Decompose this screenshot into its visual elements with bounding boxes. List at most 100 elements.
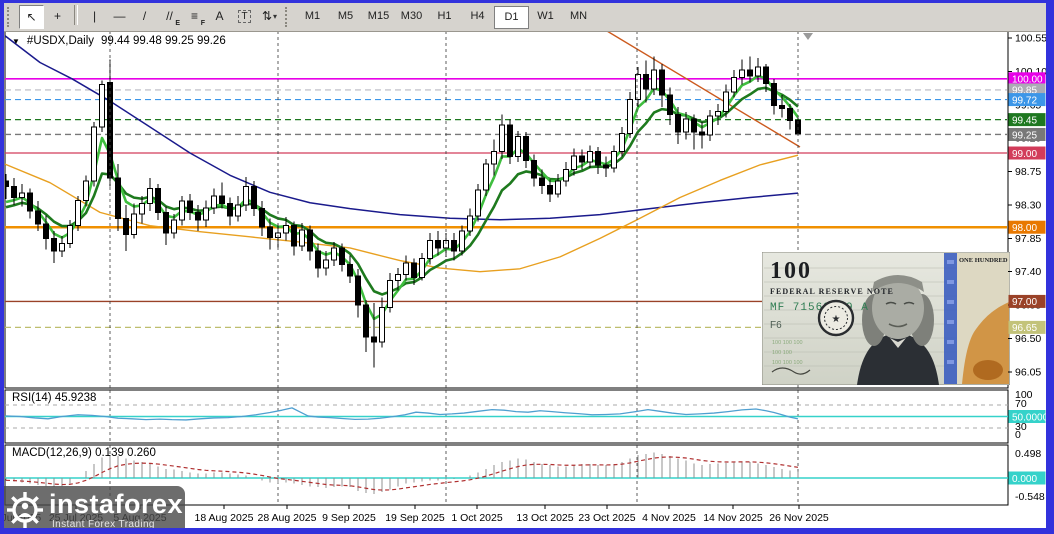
candle-body: [555, 180, 561, 195]
candle-body: [491, 151, 497, 165]
timeframe-button-m1[interactable]: M1: [296, 6, 329, 27]
dollar-bill-image: 100 FEDERAL RESERVE NOTE MF 71569899 A F…: [762, 252, 1010, 385]
candle-body: [259, 208, 265, 228]
crosshair-tool-button[interactable]: +: [46, 5, 69, 27]
candle-body: [83, 180, 89, 201]
candle-body: [355, 275, 361, 306]
arrows-dropdown-icon[interactable]: ▾: [273, 12, 277, 21]
candle-body: [331, 247, 337, 261]
candle-body: [643, 73, 649, 90]
toolbar-grip-2[interactable]: [285, 7, 292, 27]
bill-denomination: 100: [770, 258, 812, 284]
candle-body: [203, 207, 209, 221]
vertical-line-icon: |: [92, 9, 97, 23]
candle-body: [299, 229, 305, 247]
horizontal-line-icon: —: [113, 9, 126, 23]
candle-body: [579, 155, 585, 163]
timeframe-button-h4[interactable]: H4: [461, 6, 494, 27]
date-label: 13 Oct 2025: [516, 512, 573, 524]
date-label: 1 Oct 2025: [451, 512, 503, 524]
candle-body: [763, 66, 769, 84]
equidistant-channel-icon: //: [166, 9, 173, 23]
fibonacci-tool-button[interactable]: ≡ F: [183, 5, 206, 27]
candle-body: [771, 82, 777, 107]
candle-body: [5, 180, 9, 187]
candle-body: [427, 240, 433, 259]
candle-body: [691, 118, 697, 133]
candle-body: [323, 259, 329, 269]
drawing-tools-group: ↖ + | — ///E ≡ F A T ⇅ ▾: [18, 5, 282, 29]
candle-body: [611, 151, 617, 169]
timeframe-button-m30[interactable]: M30: [395, 6, 428, 27]
candle-body: [115, 177, 121, 219]
candle-body: [603, 164, 609, 169]
candle-body: [467, 215, 473, 232]
candle-body: [283, 225, 289, 234]
candle-body: [347, 263, 353, 277]
text-label-icon: T: [238, 9, 251, 23]
vertical-line-tool-button[interactable]: |: [83, 5, 106, 27]
timeframe-button-m5[interactable]: M5: [329, 6, 362, 27]
candle-body: [147, 188, 153, 204]
candle-body: [475, 189, 481, 217]
cursor-icon: ↖: [26, 10, 37, 24]
text-tool-button[interactable]: A: [208, 5, 231, 27]
candle-body: [403, 262, 409, 276]
candle-body: [787, 107, 793, 121]
candle-body: [251, 185, 257, 210]
candle-body: [339, 247, 345, 265]
bill-plate: F6: [770, 320, 782, 331]
timeframe-button-h1[interactable]: H1: [428, 6, 461, 27]
federal-reserve-seal: ★: [817, 299, 855, 337]
toolbar: ↖ + | — ///E ≡ F A T ⇅ ▾ M1 M5 M15 M30 H1 H4 D1 W1 MN: [4, 3, 1046, 32]
timeframe-button-d1[interactable]: D1: [494, 5, 529, 29]
chart-ohlc-values: 99.44 99.48 99.25 99.26: [101, 35, 226, 47]
candle-body: [67, 225, 73, 245]
candle-body: [507, 124, 513, 158]
date-label: 18 Aug 2025: [195, 512, 254, 524]
svg-text:100 100 100: 100 100 100: [772, 360, 803, 366]
candle-body: [411, 262, 417, 279]
date-label: 14 Nov 2025: [703, 512, 763, 524]
bill-top-right-text: ONE HUNDRED: [959, 257, 1008, 264]
candle-body: [371, 336, 377, 343]
candle-body: [539, 177, 545, 187]
timeframes-group: M1 M5 M15 M30 H1 H4 D1 W1 MN: [296, 5, 595, 29]
timeframe-button-m15[interactable]: M15: [362, 6, 395, 27]
instaforex-watermark: instaforex Instant Forex Trading: [0, 486, 185, 534]
candle-body: [731, 76, 737, 93]
timeframe-button-w1[interactable]: W1: [529, 6, 562, 27]
horizontal-line-tool-button[interactable]: —: [108, 5, 131, 27]
cursor-tool-button[interactable]: ↖: [19, 5, 44, 29]
candle-body: [291, 225, 297, 247]
toolbar-separator: [74, 5, 78, 25]
crosshair-icon: +: [53, 9, 61, 23]
candle-body: [227, 202, 233, 217]
candle-body: [395, 274, 401, 282]
svg-text:100 100 100: 100 100 100: [772, 340, 803, 346]
candle-body: [163, 211, 169, 234]
candle-body: [315, 250, 321, 269]
candle-body: [635, 73, 641, 101]
candle-body: [435, 240, 441, 249]
timeframe-button-mn[interactable]: MN: [562, 6, 595, 27]
text-label-tool-button[interactable]: T: [233, 5, 256, 27]
arrows-tool-button[interactable]: ⇅ ▾: [258, 5, 281, 27]
candle-body: [595, 151, 601, 166]
arrows-icon: ⇅: [261, 9, 273, 23]
candle-body: [739, 69, 745, 78]
toolbar-grip[interactable]: [7, 7, 14, 27]
date-label: 28 Aug 2025: [258, 512, 317, 524]
candle-body: [483, 163, 489, 191]
svg-text:100 100: 100 100: [772, 350, 792, 356]
trendline-tool-button[interactable]: /: [133, 5, 156, 27]
date-label: 9 Sep 2025: [322, 512, 376, 524]
candle-body: [131, 213, 137, 236]
candle-body: [563, 168, 569, 182]
equidistant-channel-tool-button[interactable]: //E: [158, 5, 181, 27]
symbol-dropdown-caret[interactable]: ▼: [12, 37, 20, 46]
candle-body: [667, 94, 673, 115]
candle-body: [211, 195, 217, 209]
bill-title: FEDERAL RESERVE NOTE: [770, 287, 894, 296]
candle-body: [515, 136, 521, 158]
